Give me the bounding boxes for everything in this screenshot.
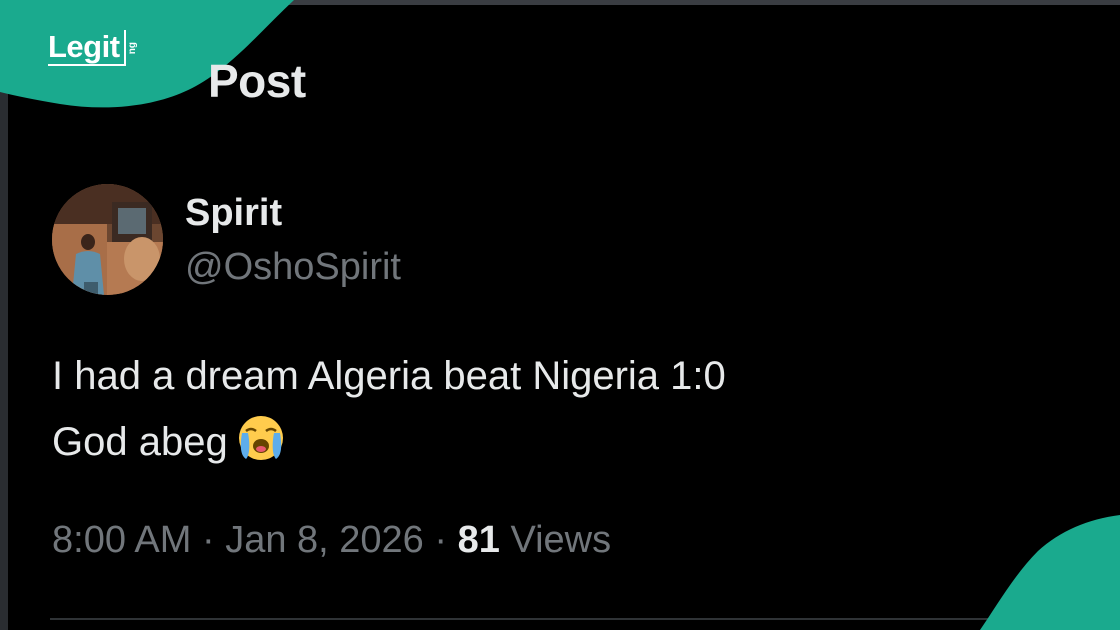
- legit-logo: Legit ng: [48, 30, 138, 66]
- logo-text: Legit: [48, 30, 126, 66]
- views-count: 81: [457, 519, 500, 561]
- views-label: Views: [510, 519, 612, 561]
- page-title: Post: [208, 55, 306, 107]
- avatar-photo-icon: [52, 184, 163, 295]
- loudly-crying-face-icon: [238, 416, 283, 460]
- brand-corner-shape-bottom: [980, 515, 1120, 630]
- author-display-name[interactable]: Spirit: [185, 192, 282, 235]
- post-body: I had a dream Algeria beat Nigeria 1:0 G…: [52, 343, 726, 475]
- meta-separator: ·: [434, 519, 448, 561]
- avatar[interactable]: [52, 184, 163, 295]
- post-meta: 8:00 AM · Jan 8, 2026 · 81 Views: [52, 519, 611, 562]
- logo-tld: ng: [126, 41, 138, 55]
- post-time[interactable]: 8:00 AM: [52, 519, 191, 561]
- post-text-line-1: I had a dream Algeria beat Nigeria 1:0: [52, 354, 726, 398]
- post-text-line-2-text: God abeg: [52, 420, 228, 464]
- author-handle[interactable]: @OshoSpirit: [185, 246, 401, 289]
- post-text-line-2: God abeg: [52, 409, 726, 475]
- divider: [50, 618, 1120, 620]
- meta-separator: ·: [201, 519, 215, 561]
- post-screenshot: Legit ng Post Spirit @OshoSpirit I had a…: [0, 0, 1120, 630]
- post-date[interactable]: Jan 8, 2026: [225, 519, 424, 561]
